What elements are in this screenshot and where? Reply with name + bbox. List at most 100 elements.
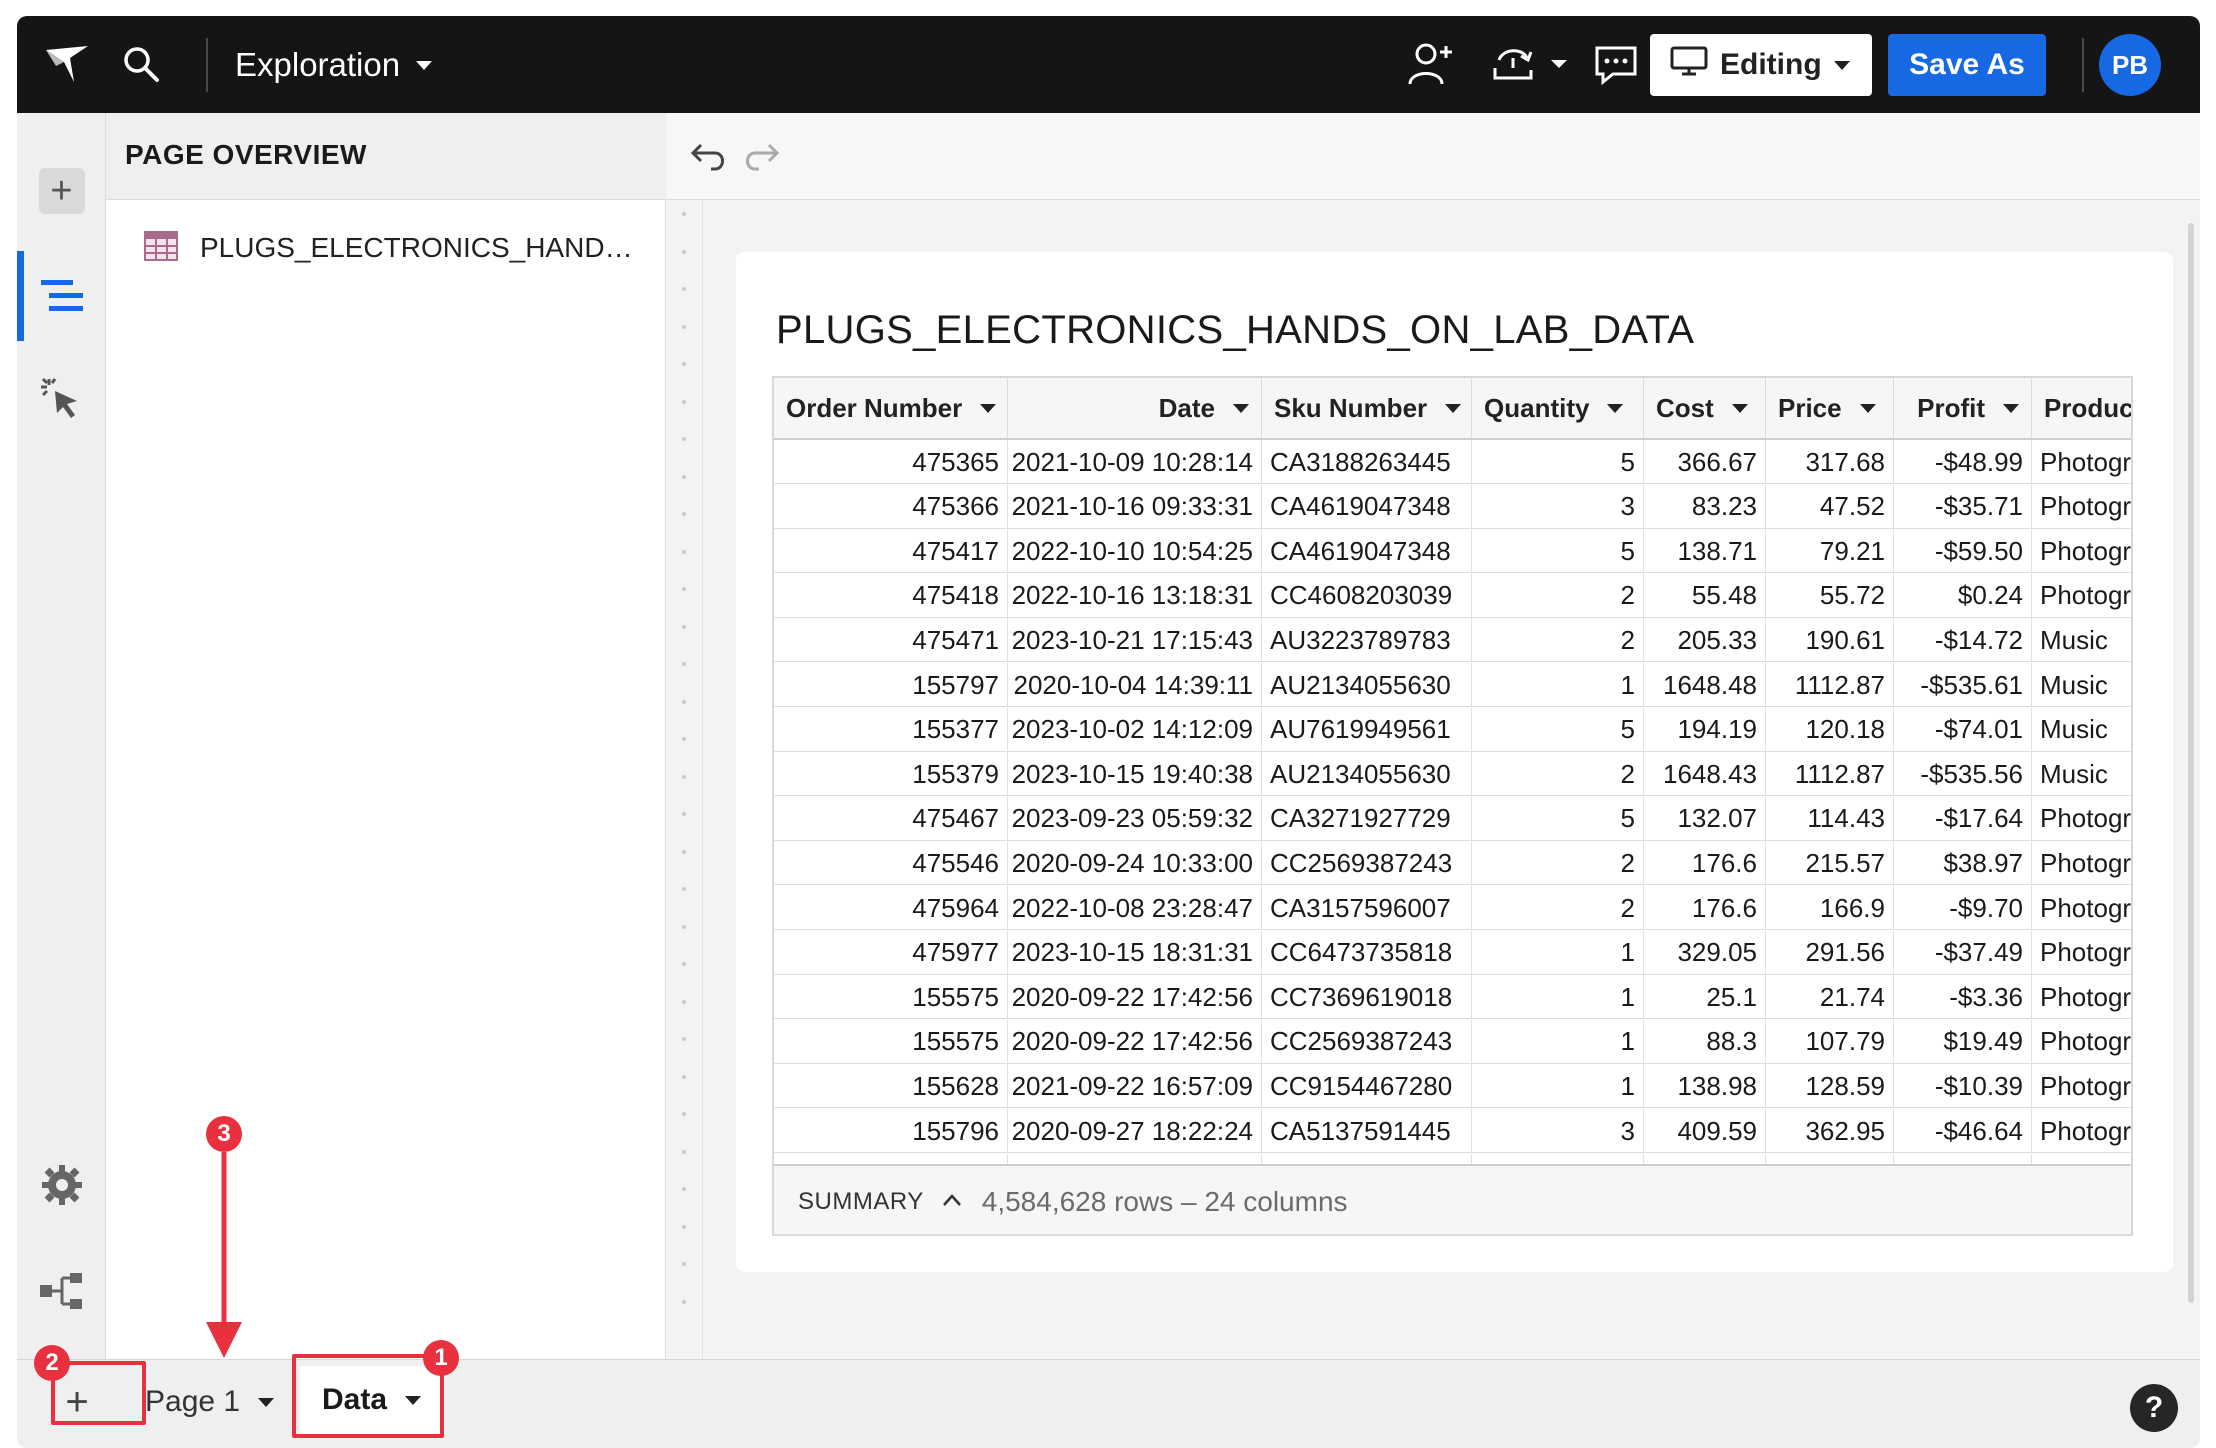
table-cell-cost[interactable]: 138.98 xyxy=(1644,1064,1766,1109)
table-cell-cost[interactable]: 138.71 xyxy=(1644,529,1766,574)
table-row[interactable]: 155575 2020-09-22 17:42:56 CC7369619018 1 25… xyxy=(774,975,2131,1020)
table-cell-order-number[interactable]: 475964 xyxy=(774,886,1008,930)
table-cell-order-number[interactable]: 475365 xyxy=(774,440,1008,484)
help-button[interactable]: ? xyxy=(2130,1384,2178,1432)
gear-icon[interactable] xyxy=(17,1155,106,1215)
table-row[interactable]: 475546 2020-09-24 10:33:00 CC2569387243 2 17… xyxy=(774,841,2131,886)
table-cell-sku-number[interactable]: AU2134055630 xyxy=(1262,752,1472,797)
table-cell-sku-number[interactable]: CC9154467280 xyxy=(1262,1064,1472,1109)
chevron-down-icon[interactable] xyxy=(258,1397,275,1407)
chevron-down-icon[interactable] xyxy=(980,403,997,413)
table-cell-sku-number[interactable]: CA3188263445 xyxy=(1262,440,1472,484)
table-cell-profit[interactable]: -$535.61 xyxy=(1894,663,2032,707)
add-user-icon[interactable] xyxy=(1401,38,1461,90)
table-cell-order-number[interactable]: 475471 xyxy=(774,618,1008,663)
table-cell-price[interactable]: 120.18 xyxy=(1766,707,1894,752)
table-cell-profit[interactable]: $38.97 xyxy=(1894,841,2032,886)
table-cell-quantity[interactable]: 5 xyxy=(1472,440,1644,484)
table-cell-quantity[interactable]: 2 xyxy=(1472,1153,1644,1164)
table-cell-order-number[interactable]: 155797 xyxy=(774,663,1008,707)
table-cell-date[interactable]: 2022-10-08 23:28:47 xyxy=(1008,886,1262,930)
table-cell-sku-number[interactable]: CC4608203039 xyxy=(1262,573,1472,618)
table-cell-product[interactable]: Photography xyxy=(2032,931,2131,975)
table-cell-profit[interactable]: -$10.39 xyxy=(1894,1064,2032,1109)
table-cell-quantity[interactable]: 3 xyxy=(1472,484,1644,529)
chevron-down-icon[interactable] xyxy=(1859,403,1876,413)
table-cell-product[interactable]: Photography xyxy=(2032,886,2131,930)
table-row[interactable]: 1559002022-09-28 11:45:30CA4619047348211… xyxy=(774,1153,2131,1164)
table-cell-price[interactable]: 166.9 xyxy=(1766,886,1894,930)
chevron-down-icon[interactable] xyxy=(1445,403,1462,413)
cursor-select-icon[interactable] xyxy=(17,363,106,433)
table-row[interactable]: 475977 2023-10-15 18:31:31 CC6473735818 1 32… xyxy=(774,930,2131,975)
table-cell-quantity[interactable]: 2 xyxy=(1472,886,1644,930)
column-header-order-number[interactable]: Order Number xyxy=(774,378,1008,438)
table-cell-quantity[interactable]: 2 xyxy=(1472,752,1644,797)
table-cell-profit[interactable]: -$37.49 xyxy=(1894,930,2032,975)
table-cell-price[interactable]: 107.79 xyxy=(1766,1019,1894,1064)
table-row[interactable]: 155379 2023-10-15 19:40:38 AU2134055630 2 16… xyxy=(774,752,2131,797)
table-cell-product[interactable]: Photography xyxy=(2032,1020,2131,1064)
table-cell-sku-number[interactable]: CA4619047348 xyxy=(1262,484,1472,529)
column-header-profit[interactable]: Profit xyxy=(1894,378,2032,438)
table-cell-cost[interactable]: 329.05 xyxy=(1644,930,1766,975)
table-cell-product[interactable]: Photography xyxy=(2032,797,2131,841)
editing-mode-button[interactable]: Editing xyxy=(1650,34,1872,96)
table-cell-quantity[interactable]: 1 xyxy=(1472,930,1644,975)
chevron-down-icon[interactable] xyxy=(1607,403,1624,413)
table-cell-price[interactable]: 128.59 xyxy=(1766,1064,1894,1109)
column-header-date[interactable]: Date xyxy=(1008,378,1262,438)
table-cell-product[interactable]: Photography xyxy=(2032,529,2131,573)
table-cell-date[interactable]: 2023-10-21 17:15:43 xyxy=(1008,618,1262,663)
table-cell-profit[interactable]: -$35.71 xyxy=(1894,484,2032,529)
table-row[interactable]: 155377 2023-10-02 14:12:09 AU7619949561 5 19… xyxy=(774,707,2131,752)
table-cell-sku-number[interactable]: CC2569387243 xyxy=(1262,841,1472,886)
table-cell-profit[interactable]: -$17.64 xyxy=(1894,796,2032,841)
column-header-cost[interactable]: Cost xyxy=(1644,378,1766,438)
table-cell-date[interactable]: 2023-10-02 14:12:09 xyxy=(1008,707,1262,752)
table-cell-quantity[interactable]: 1 xyxy=(1472,663,1644,707)
table-row[interactable]: 475366 2021-10-16 09:33:31 CA4619047348 3 83… xyxy=(774,484,2131,529)
lineage-icon[interactable] xyxy=(17,1261,106,1321)
table-cell-price[interactable]: 63.37 xyxy=(1766,1153,1894,1164)
table-cell-sku-number[interactable]: AU2134055630 xyxy=(1262,663,1472,707)
table-row[interactable]: 155797 2020-10-04 14:39:11 AU2134055630 1 16… xyxy=(774,663,2131,707)
table-cell-product[interactable]: Photography xyxy=(2032,975,2131,1019)
table-cell-product[interactable]: Photography xyxy=(2032,440,2131,484)
table-cell-price[interactable]: 47.52 xyxy=(1766,484,1894,529)
table-cell-order-number[interactable]: 155379 xyxy=(774,752,1008,797)
table-cell-cost[interactable]: 366.67 xyxy=(1644,440,1766,484)
overview-item-table[interactable]: PLUGS_ELECTRONICS_HANDS_ON_LAB_DATA xyxy=(106,223,666,273)
table-cell-price[interactable]: 21.74 xyxy=(1766,975,1894,1020)
table-row[interactable]: 155575 2020-09-22 17:42:56 CC2569387243 1 88… xyxy=(774,1019,2131,1064)
column-header-price[interactable]: Price xyxy=(1766,378,1894,438)
table-row[interactable]: 475418 2022-10-16 13:18:31 CC4608203039 2 55… xyxy=(774,573,2131,618)
table-cell-sku-number[interactable]: AU7619949561 xyxy=(1262,707,1472,752)
table-cell-date[interactable]: 2023-10-15 19:40:38 xyxy=(1008,752,1262,797)
table-cell-cost[interactable]: 1648.48 xyxy=(1644,663,1766,707)
table-cell-product[interactable]: Photography xyxy=(2032,841,2131,885)
table-cell-quantity[interactable]: 2 xyxy=(1472,618,1644,663)
avatar[interactable]: PB xyxy=(2099,34,2161,96)
table-cell-cost[interactable]: 55.48 xyxy=(1644,573,1766,618)
table-row[interactable]: 475471 2023-10-21 17:15:43 AU3223789783 2 20… xyxy=(774,618,2131,663)
table-cell-profit[interactable]: -$74.01 xyxy=(1894,707,2032,752)
table-cell-product[interactable]: Music xyxy=(2032,708,2131,752)
table-cell-profit[interactable]: -$59.50 xyxy=(1894,529,2032,574)
chevron-down-icon[interactable] xyxy=(2003,403,2019,413)
table-cell-profit[interactable]: -$48.99 xyxy=(1894,440,2032,484)
table-cell-cost[interactable]: 132.07 xyxy=(1644,796,1766,841)
table-cell-quantity[interactable]: 5 xyxy=(1472,707,1644,752)
chevron-down-icon[interactable] xyxy=(1233,403,1249,413)
table-cell-price[interactable]: 317.68 xyxy=(1766,440,1894,484)
table-cell-profit[interactable]: $0.24 xyxy=(1894,573,2032,618)
table-cell-cost[interactable]: 409.59 xyxy=(1644,1109,1766,1153)
table-cell-quantity[interactable]: 1 xyxy=(1472,975,1644,1020)
table-cell-profit[interactable]: -$535.56 xyxy=(1894,752,2032,797)
column-header-quantity[interactable]: Quantity xyxy=(1472,378,1644,438)
table-cell-profit[interactable]: -$47.58 xyxy=(1894,1153,2032,1164)
table-cell-sku-number[interactable]: CC7369619018 xyxy=(1262,975,1472,1020)
redo-icon[interactable] xyxy=(739,135,783,179)
table-cell-date[interactable]: 2022-09-28 11:45:30 xyxy=(1008,1153,1262,1164)
table-cell-order-number[interactable]: 155900 xyxy=(774,1153,1008,1164)
